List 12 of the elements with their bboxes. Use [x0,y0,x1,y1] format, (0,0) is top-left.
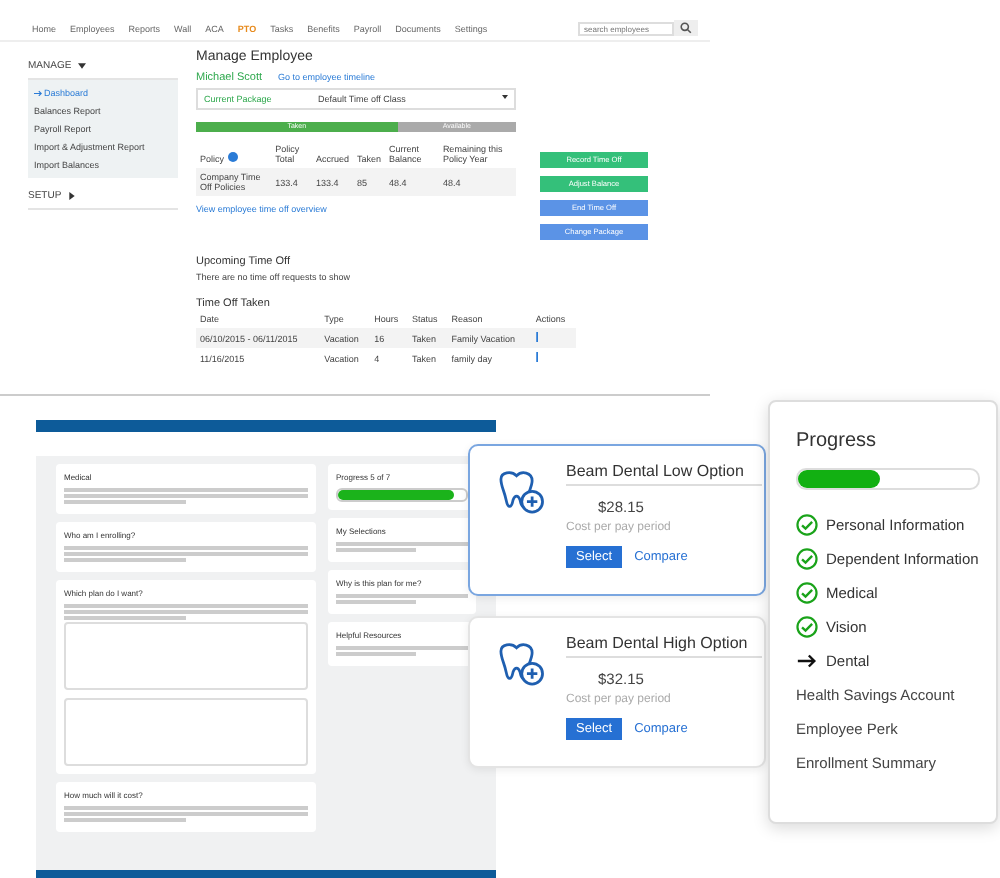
plan-name: Beam Dental Low Option [566,462,762,486]
tooth-icon [494,642,546,688]
search-icon[interactable] [674,20,698,36]
arrow-icon [34,89,42,96]
text-lines-drawing [336,646,468,655]
text-lines-drawing [336,542,468,551]
info-icon[interactable] [228,152,239,162]
caret-icon [502,94,508,100]
tooth-icon [494,470,546,516]
panel-title: Progress [796,430,879,452]
plan-name: Beam Dental High Option [566,634,762,658]
text-lines-drawing [336,594,468,603]
